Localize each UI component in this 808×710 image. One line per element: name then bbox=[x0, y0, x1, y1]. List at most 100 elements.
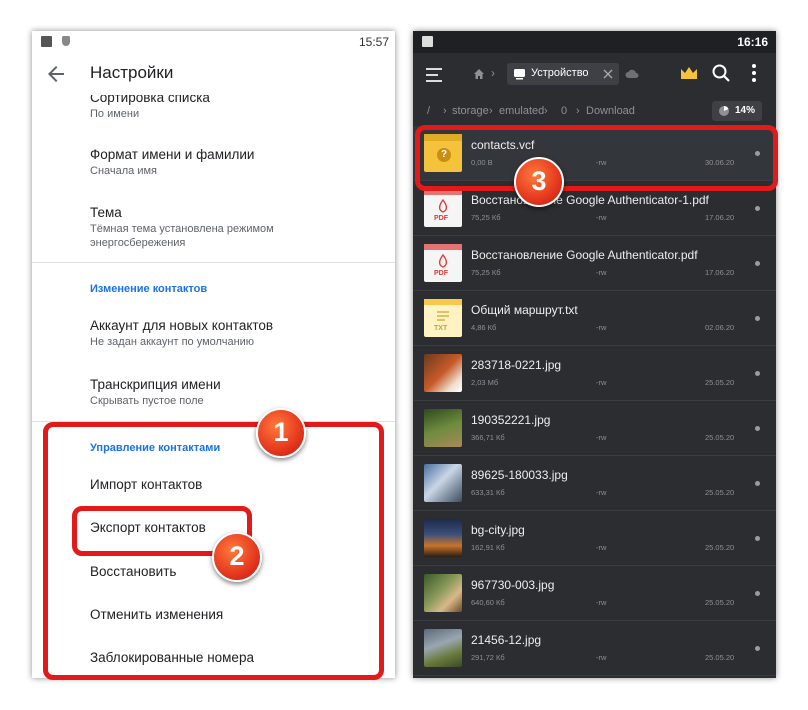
file-permissions: -rw bbox=[596, 378, 607, 387]
storage-usage-badge[interactable]: 14% bbox=[712, 101, 762, 121]
image-thumbnail bbox=[424, 409, 462, 447]
file-select-dot-icon[interactable] bbox=[755, 371, 760, 376]
file-row-txt[interactable]: TXT Общий маршрут.txt 4,86 Кб -rw 02.06.… bbox=[413, 291, 776, 346]
back-arrow-icon[interactable] bbox=[44, 62, 68, 86]
breadcrumb-download[interactable]: Download bbox=[586, 105, 635, 117]
file-size: 75,25 Кб bbox=[471, 213, 501, 222]
pie-chart-icon bbox=[719, 106, 729, 116]
facebook-notification-icon bbox=[41, 36, 52, 47]
file-row-image[interactable]: bg-city.jpg 162,91 Кб -rw 25.05.20 bbox=[413, 511, 776, 566]
file-select-dot-icon[interactable] bbox=[755, 316, 760, 321]
file-name: 283718-0221.jpg bbox=[471, 358, 562, 372]
file-size: 2,03 Мб bbox=[471, 378, 499, 387]
file-select-dot-icon[interactable] bbox=[755, 591, 760, 596]
cloud-icon[interactable] bbox=[625, 69, 639, 79]
settings-item-title: Формат имени и фамилии bbox=[90, 147, 255, 162]
menu-icon[interactable] bbox=[425, 66, 445, 84]
settings-item-name-format[interactable]: Формат имени и фамилии Сначала имя bbox=[90, 146, 254, 178]
file-date: 17.06.20 bbox=[705, 268, 735, 277]
file-size: 366,71 Кб bbox=[471, 433, 505, 442]
toolbar: › Устройство bbox=[413, 53, 776, 98]
file-date: 25.05.20 bbox=[705, 653, 735, 662]
settings-item-theme[interactable]: Тема Тёмная тема установлена режимом эне… bbox=[90, 204, 320, 250]
status-time: 16:16 bbox=[737, 35, 768, 49]
file-name: Общий маршрут.txt bbox=[471, 303, 578, 317]
file-date: 25.05.20 bbox=[705, 488, 735, 497]
chevron-right-icon: › bbox=[491, 66, 495, 80]
image-thumbnail bbox=[424, 519, 462, 557]
image-thumbnail bbox=[424, 354, 462, 392]
more-vert-icon[interactable] bbox=[751, 63, 757, 83]
file-permissions: -rw bbox=[596, 323, 607, 332]
file-date: 25.05.20 bbox=[705, 598, 735, 607]
home-icon[interactable] bbox=[473, 68, 485, 80]
section-divider bbox=[32, 262, 395, 263]
image-thumbnail bbox=[424, 629, 462, 667]
page-title: Настройки bbox=[90, 63, 174, 82]
file-name: 190352221.jpg bbox=[471, 413, 551, 427]
device-icon bbox=[514, 69, 525, 80]
file-select-dot-icon[interactable] bbox=[755, 426, 760, 431]
file-select-dot-icon[interactable] bbox=[755, 261, 760, 266]
settings-item-title: Транскрипция имени bbox=[90, 377, 221, 392]
file-size: 162,91 Кб bbox=[471, 543, 505, 552]
file-row-image[interactable]: 190352221.jpg 366,71 Кб -rw 25.05.20 bbox=[413, 401, 776, 456]
breadcrumb-chevron-icon: › bbox=[489, 105, 493, 117]
file-permissions: -rw bbox=[596, 268, 607, 277]
file-permissions: -rw bbox=[596, 653, 607, 662]
file-date: 02.06.20 bbox=[705, 323, 735, 332]
pdf-file-icon: PDF bbox=[424, 189, 462, 227]
file-size: 4,86 Кб bbox=[471, 323, 497, 332]
crown-premium-icon[interactable] bbox=[679, 64, 699, 82]
file-permissions: -rw bbox=[596, 488, 607, 497]
app-bar-surface: Настройки bbox=[32, 53, 395, 95]
file-select-dot-icon[interactable] bbox=[755, 646, 760, 651]
file-name: Восстановление Google Authenticator-1.pd… bbox=[471, 193, 709, 207]
close-tab-icon[interactable] bbox=[603, 69, 613, 79]
file-select-dot-icon[interactable] bbox=[755, 206, 760, 211]
section-header-edit-contacts: Изменение контактов bbox=[90, 283, 208, 295]
file-row-image[interactable]: 21456-12.jpg 291,72 Кб -rw 25.05.20 bbox=[413, 621, 776, 676]
file-name: 21456-12.jpg bbox=[471, 633, 542, 647]
breadcrumb-chevron-icon: › bbox=[576, 105, 580, 117]
file-permissions: -rw bbox=[596, 543, 607, 552]
file-date: 25.05.20 bbox=[705, 543, 735, 552]
file-date: 25.05.20 bbox=[705, 378, 735, 387]
breadcrumb-emulated[interactable]: emulated bbox=[499, 105, 544, 117]
file-name: Восстановление Google Authenticator.pdf bbox=[471, 248, 698, 262]
file-name: bg-city.jpg bbox=[471, 523, 525, 537]
shield-notification-icon bbox=[62, 36, 70, 46]
search-icon[interactable] bbox=[711, 63, 731, 83]
settings-item-phonetic-name[interactable]: Транскрипция имени Скрывать пустое поле bbox=[90, 376, 221, 408]
settings-item-subtitle: Тёмная тема установлена режимом энергосб… bbox=[90, 223, 274, 249]
file-date: 25.05.20 bbox=[705, 433, 735, 442]
tab-label: Устройство bbox=[531, 67, 589, 79]
breadcrumb-0[interactable]: 0 bbox=[561, 105, 567, 117]
settings-item-subtitle: Не задан аккаунт по умолчанию bbox=[90, 336, 255, 348]
callout-badge-1: 1 bbox=[256, 408, 306, 458]
tab-device[interactable]: Устройство bbox=[507, 63, 619, 85]
file-size: 640,60 Кб bbox=[471, 598, 505, 607]
status-bar: 16:16 bbox=[413, 31, 776, 53]
settings-item-title: Тема bbox=[90, 205, 122, 220]
file-row-image[interactable]: 283718-0221.jpg 2,03 Мб -rw 25.05.20 bbox=[413, 346, 776, 401]
pdf-file-icon: PDF bbox=[424, 244, 462, 282]
settings-item-subtitle: Сначала имя bbox=[90, 165, 157, 177]
file-date: 17.06.20 bbox=[705, 213, 735, 222]
file-row-image[interactable]: 967730-003.jpg 640,60 Кб -rw 25.05.20 bbox=[413, 566, 776, 621]
file-row-pdf-2[interactable]: PDF Восстановление Google Authenticator.… bbox=[413, 236, 776, 291]
settings-item-default-account[interactable]: Аккаунт для новых контактов Не задан акк… bbox=[90, 317, 273, 349]
breadcrumb-chevron-icon: › bbox=[443, 105, 447, 117]
txt-file-icon: TXT bbox=[424, 299, 462, 337]
status-bar: 15:57 bbox=[32, 31, 395, 53]
status-time: 15:57 bbox=[358, 35, 389, 49]
breadcrumb-root[interactable]: / bbox=[427, 105, 430, 117]
settings-item-subtitle: По имени bbox=[90, 108, 140, 120]
callout-badge-3: 3 bbox=[514, 157, 564, 207]
breadcrumb-storage[interactable]: storage bbox=[452, 105, 489, 117]
file-select-dot-icon[interactable] bbox=[755, 536, 760, 541]
file-permissions: -rw bbox=[596, 598, 607, 607]
highlight-contacts-vcf bbox=[415, 125, 778, 191]
file-row-image[interactable]: 89625-180033.jpg 633,31 Кб -rw 25.05.20 bbox=[413, 456, 776, 511]
file-select-dot-icon[interactable] bbox=[755, 481, 760, 486]
